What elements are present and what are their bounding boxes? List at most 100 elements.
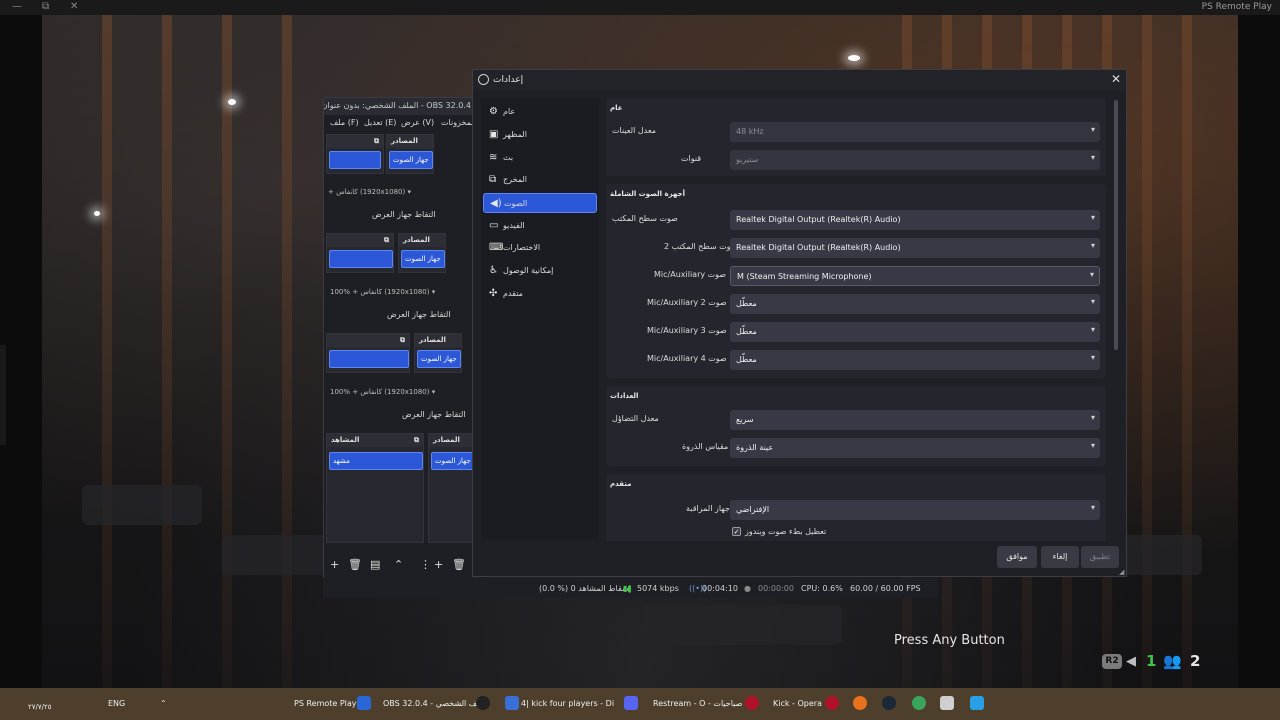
- scene-list-item[interactable]: [329, 250, 393, 268]
- filter-icon[interactable]: ▤: [370, 558, 380, 571]
- taskbar-item-obs[interactable]: OBS 32.0.4 - الملف الشخصي: [383, 699, 489, 708]
- menu-edit[interactable]: تعديل (E): [364, 118, 396, 127]
- close-button[interactable]: ✕: [70, 1, 78, 12]
- display-capture-label: التقاط جهاز العرض: [387, 310, 451, 319]
- nav-label: الاختصارات: [503, 243, 541, 252]
- minimize-button[interactable]: —: [12, 1, 22, 12]
- nav-hotkeys[interactable]: ⌨ الاختصارات: [483, 238, 597, 258]
- nav-audio[interactable]: ◀) الصوت: [483, 193, 597, 213]
- dialog-title: إعدادات: [493, 75, 524, 85]
- ok-button[interactable]: موافق: [997, 546, 1037, 568]
- zoom-label: 100% + كانفاس (1920x1080) ▾: [330, 288, 436, 296]
- menu-docks[interactable]: المخزونات: [441, 118, 476, 127]
- source-list-item[interactable]: جهاز الصوت: [417, 350, 461, 368]
- select-value: معطّل: [736, 355, 757, 364]
- nav-label: بث: [503, 153, 514, 162]
- obs-menubar: ملف (F) تعديل (E) عرض (V) المخزونات: [324, 116, 477, 130]
- left-edge-bar: [0, 345, 6, 445]
- scenes-dock: ⧉: [326, 233, 394, 273]
- players-icon: 👥: [1163, 652, 1182, 670]
- decay-rate-select[interactable]: سريع ▾: [730, 410, 1100, 430]
- steam-icon[interactable]: [882, 696, 896, 710]
- move-up-icon[interactable]: ⌃: [394, 558, 403, 571]
- mic-aux-2-select[interactable]: معطّل ▾: [730, 294, 1100, 314]
- source-list-item[interactable]: جهاز الصوت: [431, 452, 475, 470]
- bitrate: 5074 kbps: [637, 584, 679, 593]
- apply-button[interactable]: تطبيق: [1081, 546, 1119, 568]
- task-view-icon[interactable]: [940, 696, 954, 710]
- close-icon[interactable]: ✕: [1111, 72, 1121, 86]
- mic-aux-select[interactable]: M (Steam Streaming Microphone) ▾: [730, 266, 1100, 286]
- canvas-size: كانفاس (1920x1080): [336, 188, 406, 196]
- sources-dock: المصادر جهاز الصوت: [386, 134, 434, 174]
- select-value: الإفتراضي: [736, 505, 770, 514]
- nav-stream[interactable]: ≋ بث: [483, 148, 597, 168]
- ps-remote-play-icon[interactable]: [357, 696, 371, 710]
- nav-label: متقدم: [503, 289, 523, 298]
- scrollbar[interactable]: [1114, 100, 1118, 350]
- taskbar-item-discord[interactable]: 4| kick four players - Di: [521, 699, 614, 708]
- chevron-down-icon: ▾: [1090, 297, 1095, 306]
- zoom-label: 100% + كانفاس (1920x1080) ▾: [330, 388, 436, 396]
- cancel-button[interactable]: إلغاء: [1041, 546, 1079, 568]
- opera-gx-icon[interactable]: [825, 696, 839, 710]
- select-value: عينة الذروة: [736, 443, 774, 452]
- add-source-icon[interactable]: +: [434, 558, 443, 571]
- scene-list-item[interactable]: [329, 151, 381, 169]
- monitoring-device-select[interactable]: الإفتراضي ▾: [730, 500, 1100, 520]
- discord-icon[interactable]: [624, 696, 638, 710]
- advanced-group: متقدم جهاز المراقبة الإفتراضي ▾ ✓ تعطيل ب…: [606, 474, 1106, 541]
- signal-icon: ▮▮: [623, 584, 632, 593]
- select-value: M (Steam Streaming Microphone): [737, 272, 872, 281]
- ducking-checkbox[interactable]: ✓: [732, 527, 741, 536]
- dock-header: ⧉: [327, 234, 393, 247]
- channels-select[interactable]: ستيريو ▾: [730, 150, 1100, 170]
- language-indicator[interactable]: ENG: [108, 699, 125, 708]
- select-value: معطّل: [736, 299, 757, 308]
- taskbar-item-ps-remote-play[interactable]: PS Remote Play: [294, 699, 357, 708]
- nav-advanced[interactable]: ✣ متقدم: [483, 284, 597, 304]
- stream-time: 00:04:10: [702, 584, 738, 593]
- firefox-icon[interactable]: [853, 696, 867, 710]
- settings-dialog: إعدادات ✕ ⚙ عام ▣ المظهر ≋ بث ⧉ المخرج ◀) الص…: [472, 69, 1127, 577]
- desktop-audio-2-select[interactable]: Realtek Digital Output (Realtek(R) Audio…: [730, 238, 1100, 258]
- chevron-down-icon: ▾: [1089, 270, 1094, 279]
- display-capture-label: التقاط جهاز العرض: [402, 410, 466, 419]
- restore-button[interactable]: ⧉: [42, 1, 49, 12]
- scene-list-item[interactable]: مشهد: [329, 452, 423, 470]
- scene-list-item[interactable]: [329, 350, 409, 368]
- app-icon[interactable]: [505, 696, 519, 710]
- peak-meter-select[interactable]: عينة الذروة ▾: [730, 438, 1100, 458]
- obs-icon[interactable]: [476, 696, 490, 710]
- sources-dock: المصادر جهاز الصوت: [414, 333, 462, 373]
- trash-icon[interactable]: 🗑: [348, 558, 362, 571]
- nav-general[interactable]: ⚙ عام: [483, 102, 597, 122]
- remove-source-icon[interactable]: 🗑: [452, 558, 466, 571]
- nav-accessibility[interactable]: ♿ إمكانية الوصول: [483, 261, 597, 281]
- desktop-audio-2-label: صوت سطح المكتب 2: [664, 242, 738, 251]
- chrome-icon[interactable]: [912, 696, 926, 710]
- more-icon[interactable]: ⋮: [420, 558, 431, 571]
- menu-view[interactable]: عرض (V): [401, 118, 434, 127]
- resize-grip-icon[interactable]: ◢: [1119, 568, 1124, 576]
- record-time: 00:00:00: [758, 584, 794, 593]
- chevron-down-icon: ▾: [1090, 325, 1095, 334]
- tray-arrow-icon[interactable]: ⌃: [160, 699, 167, 708]
- windows-start-icon[interactable]: [970, 696, 984, 710]
- desktop-audio-select[interactable]: Realtek Digital Output (Realtek(R) Audio…: [730, 210, 1100, 230]
- taskbar-item-restream[interactable]: Restream - O - صباحيات: [653, 699, 742, 708]
- add-icon[interactable]: +: [330, 558, 339, 571]
- nav-video[interactable]: ▭ الفيديو: [483, 216, 597, 236]
- taskbar-item-kick[interactable]: Kick - Opera: [773, 699, 822, 708]
- source-list-item[interactable]: جهاز الصوت: [389, 151, 433, 169]
- opera-icon[interactable]: [745, 696, 759, 710]
- sample-rate-select[interactable]: 48 kHz ▾: [730, 122, 1100, 142]
- select-value: ستيريو: [736, 155, 759, 164]
- nav-output[interactable]: ⧉ المخرج: [483, 170, 597, 190]
- mic-aux-3-select[interactable]: معطّل ▾: [730, 322, 1100, 342]
- source-list-item[interactable]: جهاز الصوت: [401, 250, 445, 268]
- menu-file[interactable]: ملف (F): [330, 118, 359, 127]
- global-audio-group: أجهزة الصوت الشاملة صوت سطح المكتب Realt…: [606, 184, 1106, 378]
- mic-aux-4-select[interactable]: معطّل ▾: [730, 350, 1100, 370]
- nav-appearance[interactable]: ▣ المظهر: [483, 125, 597, 145]
